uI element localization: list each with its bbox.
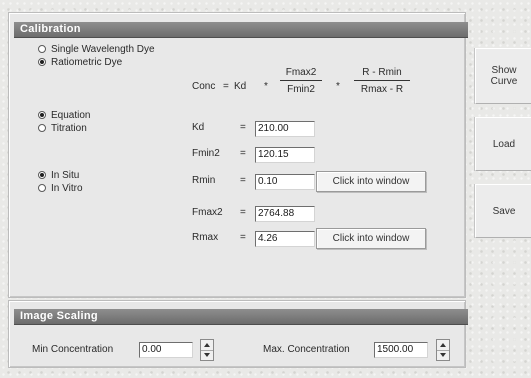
radio-label: Single Wavelength Dye bbox=[51, 44, 155, 55]
radio-icon bbox=[38, 45, 46, 53]
fmin2-equals: = bbox=[240, 148, 246, 159]
rmax-field[interactable]: 4.26 bbox=[255, 231, 315, 247]
stepper-up-arrow-icon[interactable] bbox=[201, 340, 213, 350]
max-concentration-field[interactable]: 1500.00 bbox=[374, 342, 428, 358]
fmax2-equals: = bbox=[240, 207, 246, 218]
fraction-numerator: R - Rmin bbox=[362, 67, 402, 78]
rmin-click-into-window-button[interactable]: Click into window bbox=[316, 171, 426, 192]
min-concentration-field[interactable]: 0.00 bbox=[139, 342, 193, 358]
formula-fraction-r: R - Rmin Rmax - R bbox=[354, 67, 410, 95]
radio-ratiometric-dye[interactable]: Ratiometric Dye bbox=[38, 57, 122, 69]
radio-titration[interactable]: Titration bbox=[38, 123, 87, 135]
radio-icon-selected bbox=[38, 111, 46, 119]
kd-equals: = bbox=[240, 122, 246, 133]
show-curve-label-line1: Show bbox=[491, 65, 517, 76]
fmax2-field[interactable]: 2764.88 bbox=[255, 206, 315, 222]
formula-fraction-fmax-fmin: Fmax2 Fmin2 bbox=[280, 67, 322, 95]
formula-times-1: * bbox=[264, 81, 268, 92]
stepper-up-arrow-icon[interactable] bbox=[437, 340, 449, 350]
radio-in-vitro[interactable]: In Vitro bbox=[38, 183, 83, 195]
rmax-equals: = bbox=[240, 232, 246, 243]
formula-lhs: Conc bbox=[192, 81, 216, 92]
stepper-down-arrow-icon[interactable] bbox=[201, 350, 213, 360]
fmax2-label: Fmax2 bbox=[192, 207, 223, 218]
fmin2-label: Fmin2 bbox=[192, 148, 220, 159]
formula-kd: Kd bbox=[234, 81, 247, 92]
fmin2-field[interactable]: 120.15 bbox=[255, 147, 315, 163]
radio-icon-selected bbox=[38, 171, 46, 179]
load-button[interactable]: Load bbox=[475, 117, 531, 171]
radio-label: Titration bbox=[51, 123, 87, 134]
radio-label: In Situ bbox=[51, 170, 80, 181]
fraction-denominator: Fmin2 bbox=[287, 84, 315, 95]
min-concentration-stepper[interactable] bbox=[200, 339, 214, 361]
show-curve-button[interactable]: Show Curve bbox=[475, 48, 531, 104]
kd-field[interactable]: 210.00 bbox=[255, 121, 315, 137]
radio-icon bbox=[38, 184, 46, 192]
radio-equation[interactable]: Equation bbox=[38, 110, 90, 122]
radio-single-wavelength-dye[interactable]: Single Wavelength Dye bbox=[38, 44, 155, 56]
formula-equals: = bbox=[223, 81, 229, 92]
image-scaling-title: Image Scaling bbox=[14, 309, 468, 324]
fraction-rule bbox=[280, 80, 322, 81]
rmin-field[interactable]: 0.10 bbox=[255, 174, 315, 190]
radio-in-situ[interactable]: In Situ bbox=[38, 170, 79, 182]
rmax-click-into-window-button[interactable]: Click into window bbox=[316, 228, 426, 249]
max-concentration-stepper[interactable] bbox=[436, 339, 450, 361]
radio-label: Ratiometric Dye bbox=[51, 57, 123, 68]
radio-label: Equation bbox=[51, 110, 91, 121]
radio-label: In Vitro bbox=[51, 183, 83, 194]
rmin-label: Rmin bbox=[192, 175, 216, 186]
show-curve-label-line2: Curve bbox=[490, 76, 518, 87]
min-concentration-label: Min Concentration bbox=[32, 344, 114, 355]
radio-icon bbox=[38, 124, 46, 132]
formula-times-2: * bbox=[336, 81, 340, 92]
radio-icon-selected bbox=[38, 58, 46, 66]
save-button[interactable]: Save bbox=[475, 184, 531, 238]
kd-label: Kd bbox=[192, 122, 205, 133]
max-concentration-label: Max. Concentration bbox=[263, 344, 350, 355]
fraction-rule bbox=[354, 80, 410, 81]
fraction-denominator: Rmax - R bbox=[360, 84, 404, 95]
rmax-label: Rmax bbox=[192, 232, 219, 243]
rmin-equals: = bbox=[240, 175, 246, 186]
calibration-title: Calibration bbox=[14, 22, 468, 37]
stepper-down-arrow-icon[interactable] bbox=[437, 350, 449, 360]
fraction-numerator: Fmax2 bbox=[285, 67, 317, 78]
